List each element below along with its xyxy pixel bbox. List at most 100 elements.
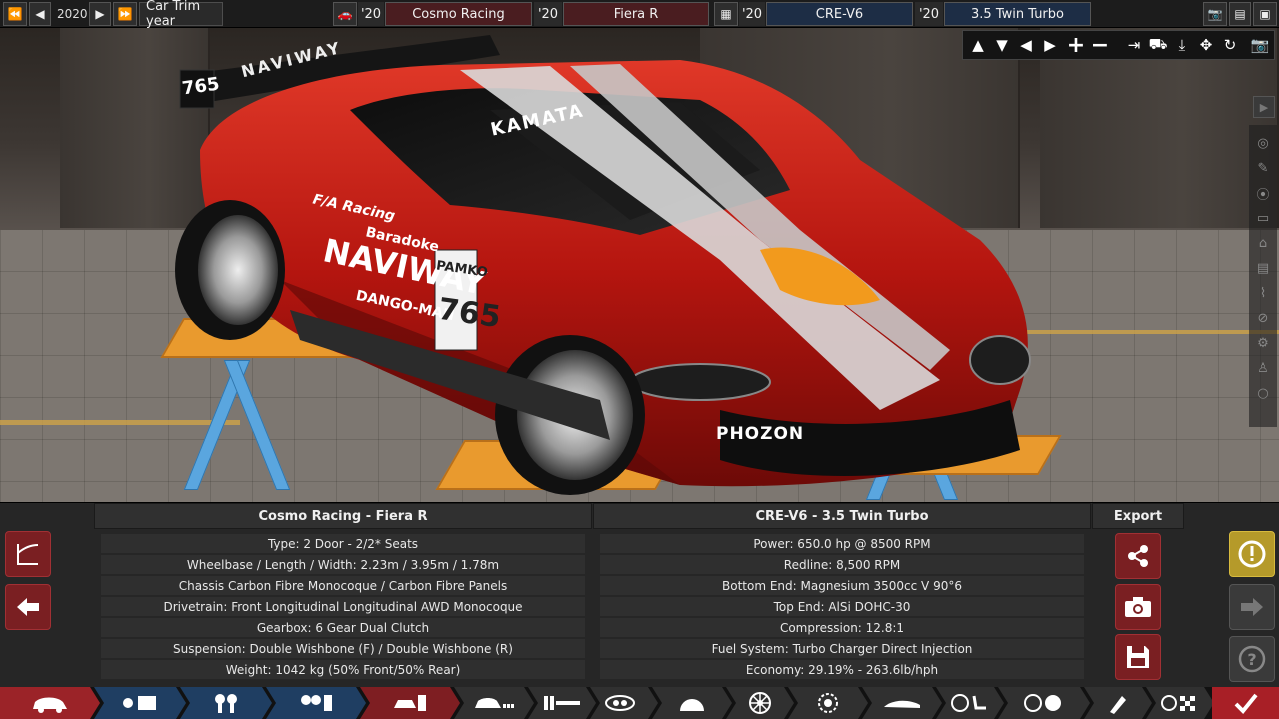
model-car-icon[interactable]: 🚗 [333, 2, 357, 26]
stats-icon[interactable]: ▤ [1229, 2, 1251, 26]
tab-paint[interactable] [1084, 687, 1152, 719]
play-icon[interactable]: ▶ [1253, 96, 1275, 118]
year-prev-icon[interactable]: ◀ [29, 2, 51, 26]
photo-icon[interactable]: 📷 [1203, 2, 1227, 26]
app-root: 765 NAVIWAY KAMATA F/A Racing Baradoke N… [0, 0, 1279, 719]
tab-interior[interactable] [652, 687, 732, 719]
help-icon: ? [1238, 645, 1266, 673]
next-button[interactable] [1229, 584, 1275, 630]
exhaust-icon[interactable]: ⊘ [1253, 308, 1273, 328]
tab-body[interactable] [454, 687, 534, 719]
help-button[interactable]: ? [1229, 636, 1275, 682]
tab-testing[interactable] [1146, 687, 1214, 719]
lights-icon[interactable]: ⦿ [1253, 183, 1273, 203]
model-family-field[interactable]: Cosmo Racing [385, 2, 532, 26]
share-button[interactable] [1115, 533, 1161, 579]
car-info-row: Wheelbase / Length / Width: 2.23m / 3.95… [101, 555, 585, 574]
circle-icon[interactable]: ○ [1253, 383, 1273, 403]
car-info-row: Type: 2 Door - 2/2* Seats [101, 534, 585, 553]
camera-up-icon[interactable]: ▲ [967, 34, 989, 56]
tab-car-model[interactable] [0, 687, 100, 719]
back-button[interactable] [5, 584, 51, 630]
engine-block-icon [120, 693, 160, 713]
arrow-right-icon [1241, 598, 1263, 616]
svg-text:?: ? [1247, 650, 1256, 669]
engine-year-2: '20 [915, 2, 943, 26]
engine-info-row: Top End: AlSi DOHC-30 [600, 597, 1084, 616]
brake-disc-icon [816, 691, 840, 715]
year-first-icon[interactable]: ⏪ [3, 2, 27, 26]
engine-variant-field[interactable]: 3.5 Twin Turbo [944, 2, 1091, 26]
camera-left-icon[interactable]: ◀ [1015, 34, 1037, 56]
engine-info-row: Fuel System: Turbo Charger Direct Inject… [600, 639, 1084, 658]
wheel-icon[interactable]: ◎ [1253, 133, 1273, 153]
car-info-row: Drivetrain: Front Longitudinal Longitudi… [101, 597, 585, 616]
camera-down-icon[interactable]: ▼ [991, 34, 1013, 56]
body-icon[interactable]: ⌂ [1253, 233, 1273, 253]
camera-right-icon[interactable]: ▶ [1039, 34, 1061, 56]
tab-engine-parts[interactable] [180, 687, 272, 719]
engine-panel-title: CRE-V6 - 3.5 Twin Turbo [593, 503, 1091, 529]
screenshot-icon[interactable]: 📷 [1249, 34, 1271, 56]
year-value: 2020 [57, 7, 88, 21]
engine-info-row: Compression: 12.8:1 [600, 618, 1084, 637]
tab-tuning[interactable] [998, 687, 1090, 719]
engine-tune-icon [298, 692, 334, 714]
zoom-out-icon[interactable]: − [1089, 33, 1111, 58]
engine-family-field[interactable]: CRE-V6 [766, 2, 913, 26]
grille-icon[interactable]: ▤ [1253, 258, 1273, 278]
engine-info-row: Economy: 29.19% - 263.6lb/hph [600, 660, 1084, 679]
tab-engine-tuning[interactable] [266, 687, 366, 719]
test-flag-icon [1160, 693, 1200, 713]
tab-finish[interactable] [1212, 687, 1279, 719]
tab-chassis[interactable] [360, 687, 460, 719]
zoom-in-icon[interactable]: + [1065, 33, 1087, 58]
ground-view-icon[interactable]: ⤓ [1171, 34, 1193, 56]
tab-aero[interactable] [862, 687, 942, 719]
steering-seat-icon [950, 692, 990, 714]
camera-icon [1125, 597, 1151, 617]
person-icon[interactable]: ♙ [1253, 358, 1273, 378]
export-photo-button[interactable] [1115, 584, 1161, 630]
car-view-icon[interactable]: ⛟ [1147, 34, 1169, 56]
tab-wheels[interactable] [726, 687, 794, 719]
car-info-row: Suspension: Double Wishbone (F) / Double… [101, 639, 585, 658]
tab-drivetrain[interactable] [936, 687, 1004, 719]
3d-viewport[interactable]: 765 NAVIWAY KAMATA F/A Racing Baradoke N… [0, 0, 1279, 502]
menu-icon[interactable]: ▣ [1253, 2, 1277, 26]
seat-icon[interactable]: ⌇ [1253, 283, 1273, 303]
design-stage-tabs [0, 687, 1279, 719]
camera-reset-icon[interactable]: ⇥ [1123, 34, 1145, 56]
warning-button[interactable] [1229, 531, 1275, 577]
year-last-icon[interactable]: ⏩ [113, 2, 137, 26]
export-title: Export [1092, 503, 1184, 529]
save-icon [1127, 646, 1149, 668]
tab-brakes[interactable] [788, 687, 868, 719]
car-info-row: Weight: 1042 kg (50% Front/50% Rear) [101, 660, 585, 679]
headlight-icon [604, 694, 644, 712]
model-year-2: '20 [534, 2, 562, 26]
engine-icon[interactable]: ▦ [714, 2, 738, 26]
info-panel: Cosmo Racing - Fiera R Type: 2 Door - 2/… [0, 502, 1279, 687]
paint-icon[interactable]: ✎ [1253, 158, 1273, 178]
car-model[interactable] [160, 30, 1060, 500]
graph-button[interactable] [5, 531, 51, 577]
door-icon[interactable]: ▭ [1253, 208, 1273, 228]
camera-controls: ▲ ▼ ◀ ▶ + − ⇥ ⛟ ⤓ ✥ ↻ 📷 [962, 30, 1275, 60]
top-bar: ⏪ ◀ 2020 ▶ ⏩ Car Trim year 🚗 '20 Cosmo R… [0, 0, 1279, 29]
tab-fixtures[interactable] [590, 687, 658, 719]
rotate-icon[interactable]: ↻ [1219, 34, 1241, 56]
save-button[interactable] [1115, 634, 1161, 680]
aero-icon [882, 695, 922, 711]
tab-suspension[interactable] [528, 687, 596, 719]
car-body-icon [473, 695, 515, 711]
settings-icon[interactable]: ⚙ [1253, 333, 1273, 353]
trim-name-field[interactable]: Fiera R [563, 2, 709, 26]
model-year-1: '20 [358, 2, 384, 26]
decal-front: PHOZON [716, 424, 805, 444]
share-icon [1128, 545, 1148, 567]
tab-engine-family[interactable] [94, 687, 186, 719]
orbit-icon[interactable]: ✥ [1195, 34, 1217, 56]
checkmark-icon [1234, 693, 1258, 714]
year-next-icon[interactable]: ▶ [89, 2, 111, 26]
